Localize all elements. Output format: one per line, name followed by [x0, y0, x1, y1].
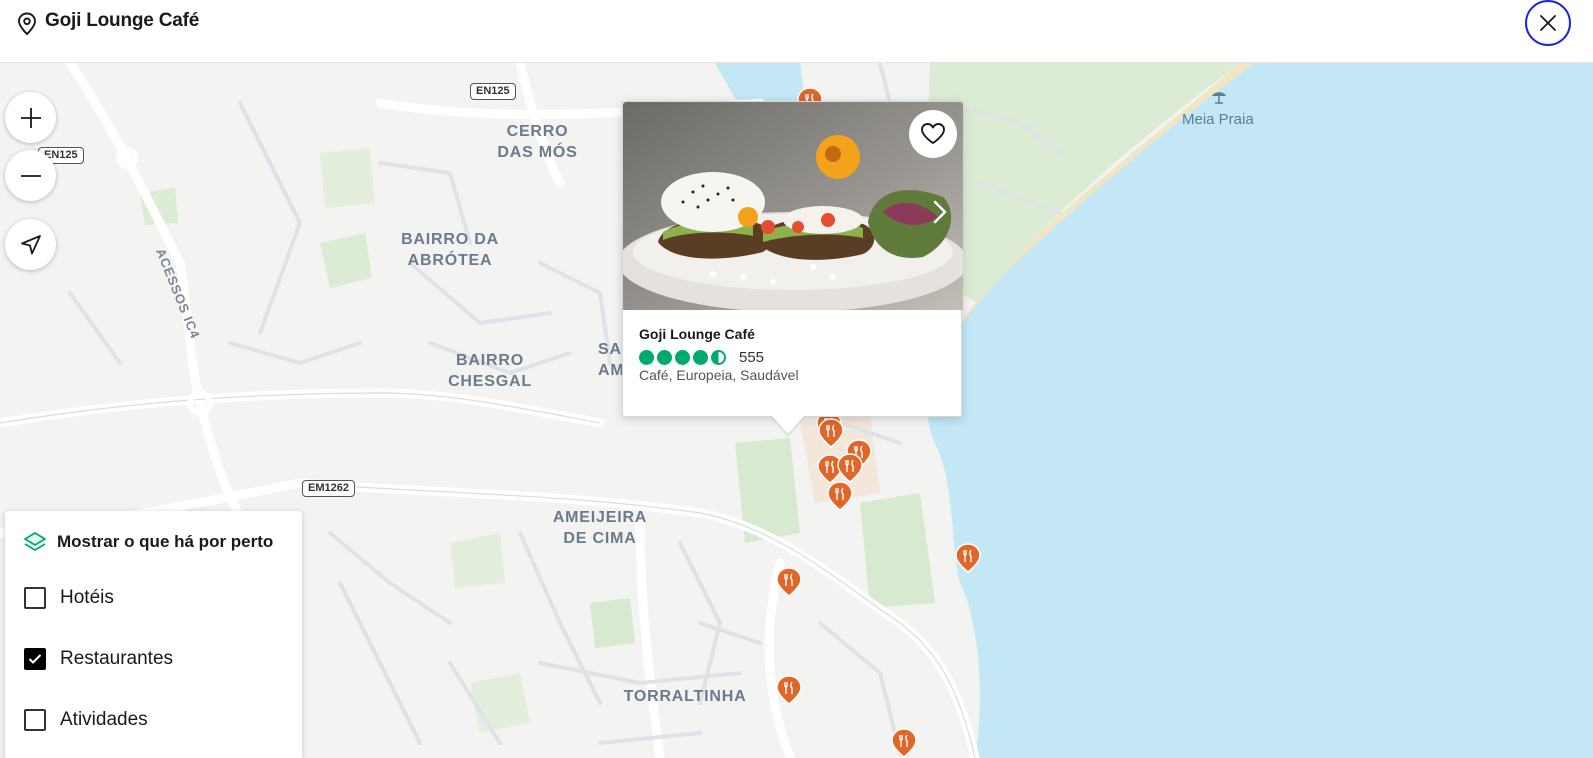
heart-icon: [921, 123, 945, 144]
nearby-title: Mostrar o que há por perto: [57, 532, 274, 551]
minus-icon: [20, 174, 41, 177]
restaurant-marker[interactable]: [891, 728, 917, 758]
restaurants-checkbox[interactable]: [24, 648, 46, 670]
road-shield-em1262: EM1262: [302, 480, 355, 497]
popup-pointer: [772, 416, 804, 434]
place-popup-card[interactable]: Goji Lounge Café 555 Café, Europeia, Sau…: [622, 101, 963, 417]
rating-bubble-icon: [675, 350, 690, 365]
rating-bubbles: 555: [639, 349, 764, 366]
road-shield-en125-north: EN125: [470, 83, 516, 100]
checkmark-icon: [28, 654, 42, 664]
restaurant-marker[interactable]: [837, 453, 863, 483]
zoom-in-button[interactable]: [5, 92, 56, 143]
place-label-torraltinha: TORRALTINHA: [623, 688, 747, 705]
beach-label-meia-praia: Meia Praia: [1182, 111, 1254, 128]
place-photo[interactable]: [623, 102, 963, 310]
rating-bubble-half-icon: [711, 350, 726, 365]
filter-option-hotels[interactable]: Hotéis: [24, 587, 114, 609]
next-photo-button[interactable]: [925, 192, 955, 232]
plus-icon: [20, 107, 41, 128]
nearby-header: Mostrar o que há por perto: [23, 531, 273, 553]
filter-option-label: Atividades: [60, 709, 148, 730]
map-pin-icon: [18, 12, 36, 36]
hotels-checkbox[interactable]: [24, 587, 46, 609]
rating-bubble-icon: [657, 350, 672, 365]
restaurant-marker[interactable]: [818, 418, 844, 448]
locate-me-button[interactable]: [5, 219, 56, 270]
filter-option-label: Hotéis: [60, 587, 114, 608]
zoom-out-button[interactable]: [5, 150, 56, 201]
place-label-bairro-da-abrotea: BAIRRO DA ABRÓTEA: [401, 231, 499, 269]
restaurant-marker[interactable]: [776, 675, 802, 705]
page-title: Goji Lounge Café: [45, 10, 200, 31]
nearby-filter-panel: Mostrar o que há por perto Hotéis Restau…: [5, 511, 302, 758]
place-label-bairro-chesgal: BAIRRO CHESGAL: [448, 352, 532, 390]
place-label-cerro-das-mos: CERRO DAS MÓS: [497, 123, 578, 161]
navigation-arrow-icon: [20, 234, 41, 254]
close-button[interactable]: [1525, 0, 1571, 46]
cuisine-tags: Café, Europeia, Saudável: [639, 367, 799, 383]
restaurant-marker[interactable]: [827, 481, 853, 511]
chevron-right-icon: [933, 200, 947, 224]
place-label-ameijeira-de-cima: AMEIJEIRA DE CIMA: [552, 509, 648, 547]
review-count[interactable]: 555: [739, 349, 764, 366]
rating-bubble-icon: [693, 350, 708, 365]
restaurant-marker[interactable]: [776, 567, 802, 597]
rating-bubble-icon: [639, 350, 654, 365]
place-name[interactable]: Goji Lounge Café: [639, 326, 755, 342]
restaurant-marker[interactable]: [955, 543, 981, 573]
filter-option-label: Restaurantes: [60, 648, 174, 669]
save-favorite-button[interactable]: [909, 110, 957, 158]
header: Goji Lounge Café: [0, 0, 1593, 63]
beach-umbrella-icon: [1212, 92, 1226, 104]
layers-icon: [24, 532, 46, 551]
close-icon: [1540, 15, 1556, 31]
filter-option-restaurants[interactable]: Restaurantes: [24, 648, 173, 670]
filter-option-activities[interactable]: Atividades: [24, 709, 148, 731]
activities-checkbox[interactable]: [24, 709, 46, 731]
